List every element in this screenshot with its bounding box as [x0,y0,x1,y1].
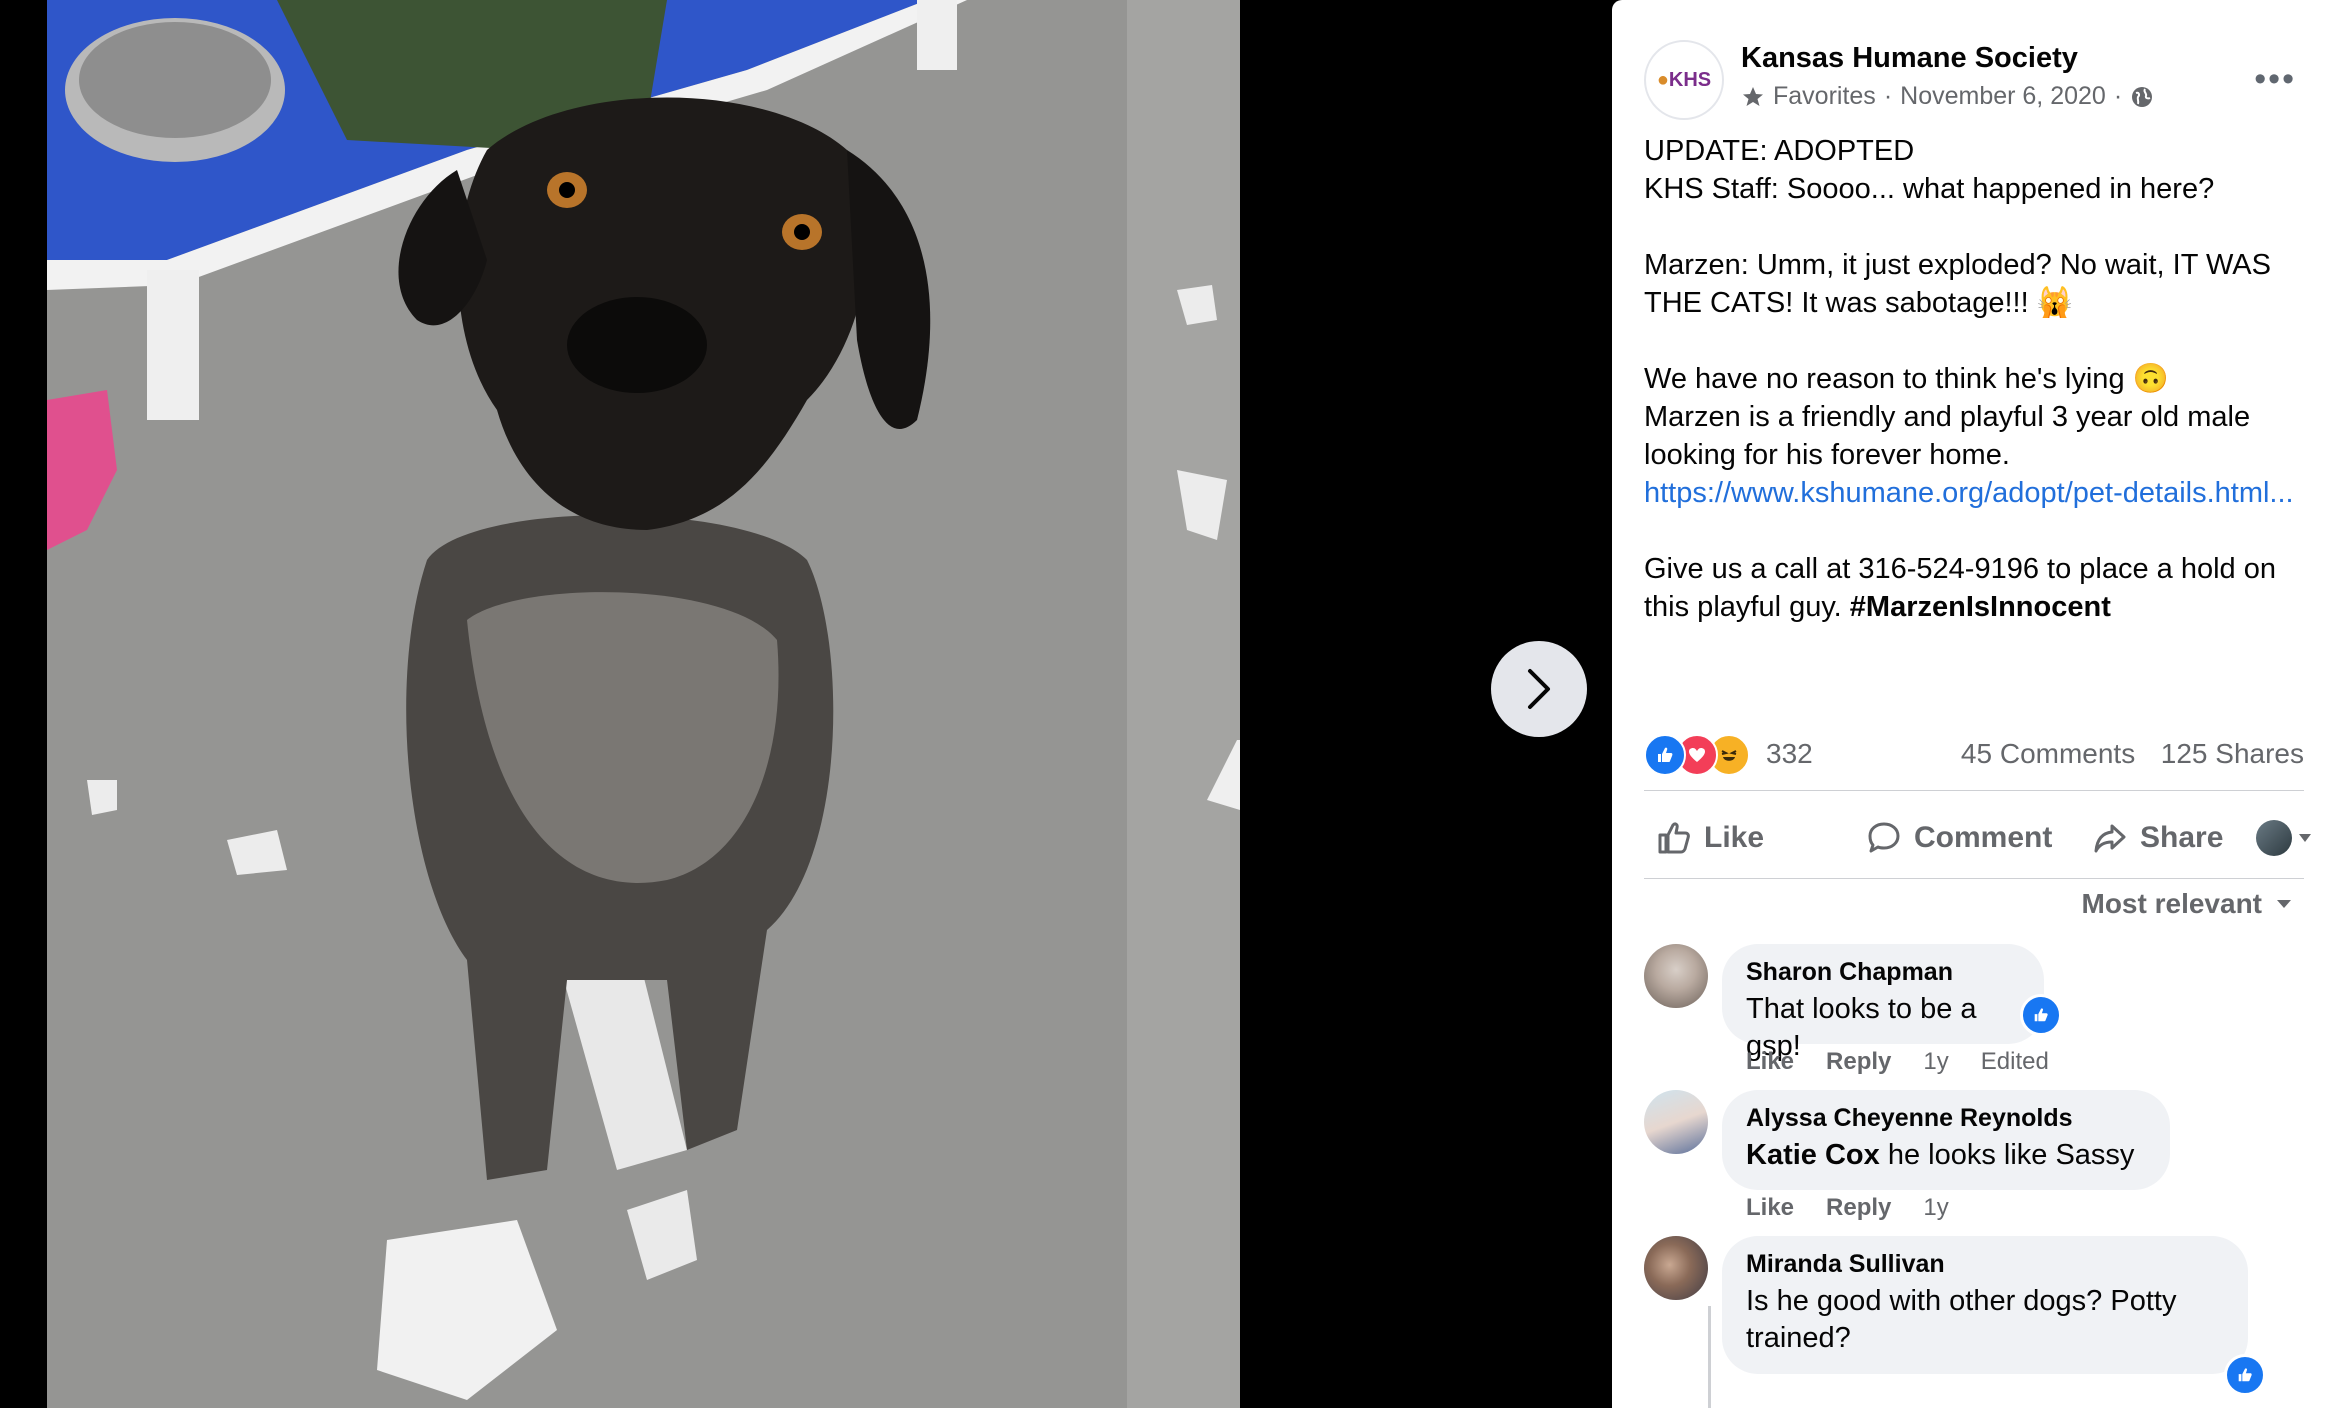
divider [1644,878,2304,879]
post-message: UPDATE: ADOPTED KHS Staff: Soooo... what… [1644,132,2304,626]
post-line: Give us a call at 316-524-9196 to place … [1644,553,2276,623]
chevron-right-icon [1528,669,1550,709]
thumbs-up-icon [1658,822,1690,854]
comment-author[interactable]: Sharon Chapman [1746,958,2018,987]
share-icon [2094,824,2126,853]
post-line: We have no reason to think he's lying 🙃 [1644,363,2169,395]
photo-viewer [0,0,1612,1408]
comment-like-badge[interactable] [2020,994,2062,1036]
post-date[interactable]: November 6, 2020 [1900,82,2106,111]
thread-line [1708,1306,1711,1408]
caret-down-icon [2277,900,2291,908]
comment-button-label: Comment [1914,821,2053,854]
comment-button[interactable]: Comment [1866,800,2052,876]
comment-time[interactable]: 1y [1923,1194,1948,1222]
commenter-avatar[interactable] [1644,1236,1708,1300]
engagement-counts: 45 Comments 125 Shares [1961,738,2304,770]
comment-sort-dropdown[interactable]: Most relevant [2082,888,2293,920]
page-name[interactable]: Kansas Humane Society [1741,42,2078,75]
comment-author[interactable]: Alyssa Cheyenne Reynolds [1746,1104,2144,1133]
divider [1644,790,2304,791]
post-actions: Like Comment Share [1644,800,2311,876]
post-line: KHS Staff: Soooo... what happened in her… [1644,173,2215,205]
page-avatar[interactable]: ●KHS [1644,40,1724,120]
comment-like-badge[interactable] [2224,1354,2266,1396]
khs-logo-icon: ●KHS [1656,68,1712,91]
user-avatar [2256,820,2292,856]
comment-text: Katie Cox he looks like Sassy [1746,1139,2135,1171]
commenter-avatar[interactable] [1644,1090,1708,1154]
comment-text: Is he good with other dogs? Potty traine… [1746,1285,2177,1354]
hashtag-link[interactable]: #MarzenIsInnocent [1850,591,2111,623]
like-button-label: Like [1704,821,1765,854]
more-options-icon[interactable]: ••• [2254,62,2296,96]
shares-count[interactable]: 125 Shares [2161,738,2304,769]
comment-bubble: Alyssa Cheyenne Reynolds Katie Cox he lo… [1722,1090,2170,1190]
comment-item: Sharon Chapman That looks to be a gsp! L… [1644,944,2304,1084]
comment-edited: Edited [1980,1048,2049,1075]
comments-count[interactable]: 45 Comments [1961,738,2135,769]
comment-item: Miranda Sullivan Is he good with other d… [1644,1236,2304,1408]
thumbs-up-icon [2034,1008,2048,1022]
comment-icon [1868,822,1900,853]
adoption-link[interactable]: https://www.kshumane.org/adopt/pet-detai… [1644,477,2294,509]
post-photo [47,0,1240,1408]
post-line: UPDATE: ADOPTED [1644,135,1915,167]
reactions-summary: 332 45 Comments 125 Shares [1644,732,2304,776]
next-photo-button[interactable] [1491,641,1587,737]
comment-reply-link[interactable]: Reply [1826,1048,1891,1076]
comment-actions: Like Reply 1y [1746,1194,1949,1222]
audience-label[interactable]: Favorites [1773,82,1876,111]
reaction-icons[interactable] [1644,734,1756,776]
meta-separator: · [2113,82,2123,110]
like-button[interactable]: Like [1656,800,1764,876]
post-line: Marzen is a friendly and playful 3 year … [1644,401,2251,471]
comment-bubble: Miranda Sullivan Is he good with other d… [1722,1236,2248,1374]
comment-like-link[interactable]: Like [1746,1194,1794,1222]
caret-down-icon [2299,834,2311,842]
globe-icon [2132,86,2153,107]
thumbs-up-icon [2238,1368,2252,1382]
comment-author[interactable]: Miranda Sullivan [1746,1250,2222,1279]
post-side-panel: ●KHS Kansas Humane Society Favorites · N… [1612,0,2332,1408]
comment-like-link[interactable]: Like [1746,1048,1794,1076]
sort-label: Most relevant [2081,888,2263,919]
comment-reply-link[interactable]: Reply [1826,1194,1891,1222]
comment-bubble: Sharon Chapman That looks to be a gsp! [1722,944,2044,1062]
commenter-avatar[interactable] [1644,944,1708,1008]
dog-photo-illustration [47,0,1240,1408]
post-header: ●KHS Kansas Humane Society Favorites · N… [1644,40,2304,120]
reaction-profile-selector[interactable] [2256,800,2312,876]
comment-time[interactable]: 1y [1923,1048,1948,1076]
share-button-label: Share [2140,821,2224,854]
comment-item: Alyssa Cheyenne Reynolds Katie Cox he lo… [1644,1090,2304,1230]
like-reaction-icon [1644,734,1686,776]
reaction-count[interactable]: 332 [1766,738,1813,770]
post-meta: Favorites · November 6, 2020 · [1741,82,2154,111]
mention-link[interactable]: Katie Cox [1746,1139,1880,1171]
star-icon [1743,86,1763,106]
meta-separator: · [1883,82,1893,110]
post-line: Marzen: Umm, it just exploded? No wait, … [1644,249,2271,319]
comment-actions: Like Reply 1y Edited [1746,1048,2049,1076]
share-button[interactable]: Share [2092,800,2223,876]
